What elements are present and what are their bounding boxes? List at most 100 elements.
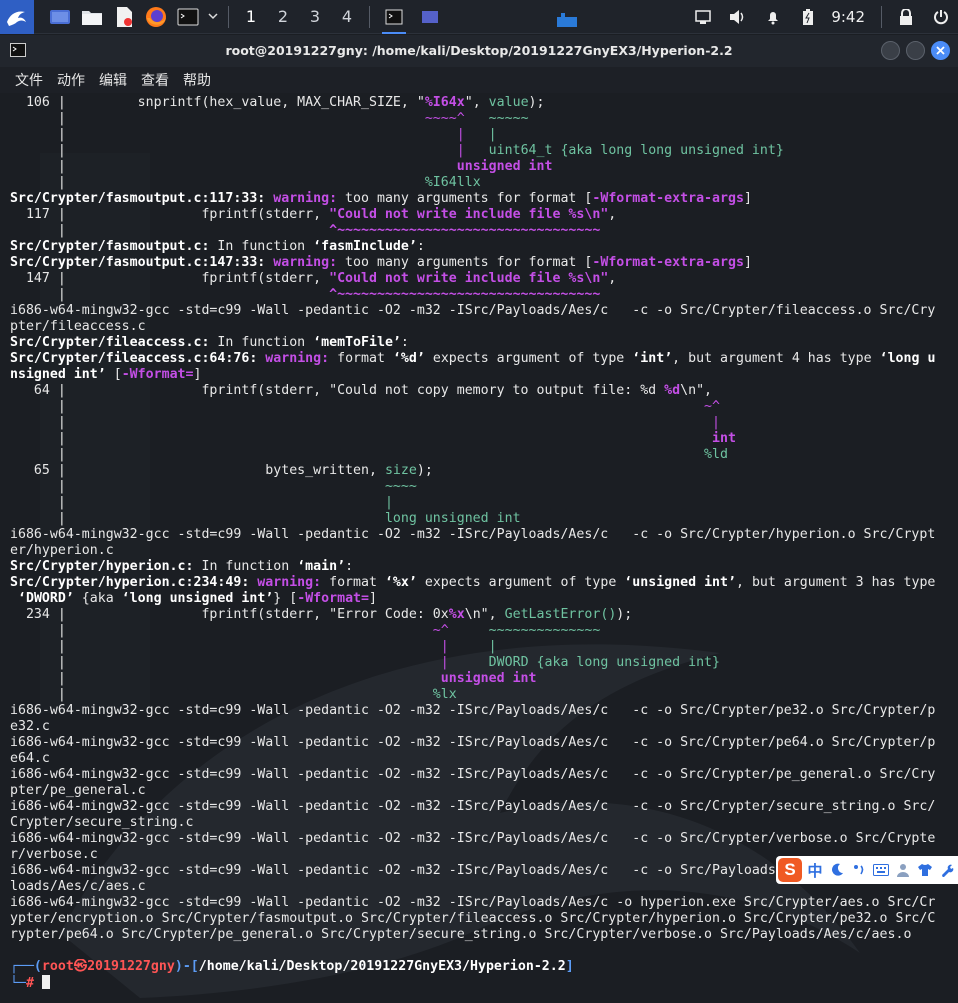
- taskbar-terminal-window[interactable]: [376, 0, 412, 34]
- menu-help[interactable]: 帮助: [176, 70, 218, 90]
- terminal-line: 234 | fprintf(stderr, "Error Code: 0x%x\…: [10, 607, 945, 623]
- menu-file[interactable]: 文件: [8, 70, 50, 90]
- text-cursor: [41, 975, 50, 989]
- terminal-text-segment: ‘int’: [632, 351, 673, 366]
- divider: [369, 5, 370, 28]
- close-button[interactable]: [931, 41, 950, 60]
- ime-mode-toggle[interactable]: 中: [806, 860, 824, 881]
- prompt-input-line[interactable]: └─#: [10, 975, 945, 991]
- lock-screen-icon[interactable]: [888, 0, 923, 34]
- file-manager-icon[interactable]: [76, 0, 108, 34]
- terminal-text-segment: ‘long unsigned int’: [121, 591, 274, 606]
- firefox-icon[interactable]: [140, 0, 172, 34]
- terminal-line: er/hyperion.c: [10, 543, 945, 559]
- volume-icon[interactable]: [720, 0, 755, 34]
- terminal-text-segment: , but argument 3 has type: [735, 575, 936, 590]
- terminal-text-segment: [: [105, 367, 122, 382]
- maximize-button[interactable]: [906, 41, 925, 60]
- terminal-line: | ~~~~: [10, 479, 945, 495]
- terminal-line: nsigned int’ [-Wformat=]: [10, 367, 945, 383]
- terminal-text-segment: -Wformat-extra-args: [592, 191, 744, 206]
- terminal-text-segment: size: [384, 463, 417, 478]
- terminal-text-segment: i686-w64-mingw32-gcc -std=c99 -Wall -ped…: [10, 703, 936, 718]
- terminal-text-segment: Src/Crypter/fasmoutput.c:147:33:: [10, 255, 274, 270]
- terminal-text-segment: Crypter/secure_string.c: [10, 815, 194, 830]
- terminal-line: e64.c: [10, 751, 945, 767]
- terminal-text-segment: 234 | fprintf(stderr, "Error Code: 0x: [10, 607, 449, 622]
- menu-edit[interactable]: 编辑: [92, 70, 134, 90]
- terminal-text-segment: Src/Crypter/fileaccess.c:64:76:: [10, 351, 266, 366]
- terminal-text-segment: %lx: [432, 687, 457, 702]
- terminal-text-segment: ‘unsigned int’: [624, 575, 736, 590]
- terminal-line: 65 | bytes_written, size);: [10, 463, 945, 479]
- sogou-logo-icon[interactable]: S: [778, 858, 802, 882]
- terminal-line: | int: [10, 431, 945, 447]
- terminal-line: ypter/encryption.o Src/Crypter/fasmoutpu…: [10, 911, 945, 927]
- terminal-line: i686-w64-mingw32-gcc -std=c99 -Wall -ped…: [10, 799, 945, 815]
- terminal-text-segment: );: [416, 463, 433, 478]
- terminal-launcher-icon[interactable]: [172, 0, 204, 34]
- terminal-line: | |: [10, 415, 945, 431]
- terminal-text-segment: too many arguments for format [: [337, 191, 593, 206]
- terminal-text-segment: i686-w64-mingw32-gcc -std=c99 -Wall -ped…: [10, 831, 936, 846]
- terminal-text-segment: ‘memToFile’: [313, 335, 401, 350]
- minimize-button[interactable]: [881, 41, 900, 60]
- cpu-graph-icon: [547, 0, 587, 34]
- notification-bell-icon[interactable]: [755, 0, 790, 34]
- terminal-text-segment: i686-w64-mingw32-gcc -std=c99 -Wall -ped…: [10, 527, 936, 542]
- terminal-text-segment: |: [10, 639, 441, 654]
- terminal-text-segment: %d: [664, 383, 681, 398]
- user-icon[interactable]: [894, 860, 912, 880]
- terminal-text-segment: |: [712, 415, 720, 430]
- terminal-line: Src/Crypter/fasmoutput.c: In function ‘f…: [10, 239, 945, 255]
- show-desktop-icon[interactable]: [44, 0, 76, 34]
- clock[interactable]: 9:42: [825, 8, 875, 26]
- ime-toolbar[interactable]: S 中: [776, 856, 958, 884]
- prompt-prefix: ┌──(: [10, 959, 42, 974]
- terminal-line: e32.c: [10, 719, 945, 735]
- prompt-mid: )-[: [174, 959, 199, 974]
- terminal-text-segment: ‘%x’: [384, 575, 417, 590]
- skin-shirt-icon[interactable]: [916, 860, 934, 880]
- terminal-line: Src/Crypter/fasmoutput.c:147:33: warning…: [10, 255, 945, 271]
- network-icon[interactable]: [685, 0, 720, 34]
- terminal-line: 64 | fprintf(stderr, "Could not copy mem…: [10, 383, 945, 399]
- terminal-line: Src/Crypter/fileaccess.c:64:76: warning:…: [10, 351, 945, 367]
- workspace-1[interactable]: 1: [235, 0, 267, 34]
- terminal-line: 147 | fprintf(stderr, "Could not write i…: [10, 271, 945, 287]
- terminal-text-segment: unsigned int: [456, 159, 553, 174]
- terminal-text-segment: \n",: [464, 607, 505, 622]
- menu-view[interactable]: 查看: [134, 70, 176, 90]
- terminal-text-segment: pter/fileaccess.c: [10, 319, 146, 334]
- taskbar-desktop-window[interactable]: [412, 0, 448, 34]
- terminal-text-segment: 65 | bytes_written,: [10, 463, 385, 478]
- chevron-down-icon[interactable]: [204, 0, 222, 34]
- kali-menu-button[interactable]: [0, 0, 34, 34]
- wrench-icon[interactable]: [938, 860, 956, 880]
- terminal-text-segment: );: [528, 95, 545, 110]
- terminal-text-segment: |: [488, 127, 497, 142]
- workspace-4[interactable]: 4: [331, 0, 363, 34]
- terminal-text-segment: |: [10, 687, 433, 702]
- window-titlebar[interactable]: root@20191227gny: /home/kali/Desktop/201…: [0, 35, 958, 67]
- terminal-text-segment: format: [329, 351, 393, 366]
- moon-icon[interactable]: [828, 860, 846, 880]
- terminal-text-segment: Src/Crypter/hyperion.c:234:49:: [10, 575, 258, 590]
- terminal-text-segment: In function: [209, 239, 314, 254]
- terminal-text-segment: } [: [273, 591, 298, 606]
- terminal-text-segment: ‘fasmInclude’: [313, 239, 417, 254]
- punctuation-icon[interactable]: [850, 860, 868, 880]
- terminal-text-segment: ~~~~~: [488, 111, 529, 126]
- menu-action[interactable]: 动作: [50, 70, 92, 90]
- battery-icon[interactable]: [790, 0, 825, 34]
- power-icon[interactable]: [923, 0, 958, 34]
- terminal-text-segment: \n",: [680, 383, 713, 398]
- workspace-2[interactable]: 2: [267, 0, 299, 34]
- keyboard-icon[interactable]: [872, 860, 890, 880]
- text-editor-icon[interactable]: [108, 0, 140, 34]
- terminal-text-segment: |: [10, 111, 425, 126]
- terminal-text-segment: i686-w64-mingw32-gcc -std=c99 -Wall -ped…: [10, 767, 936, 782]
- workspace-3[interactable]: 3: [299, 0, 331, 34]
